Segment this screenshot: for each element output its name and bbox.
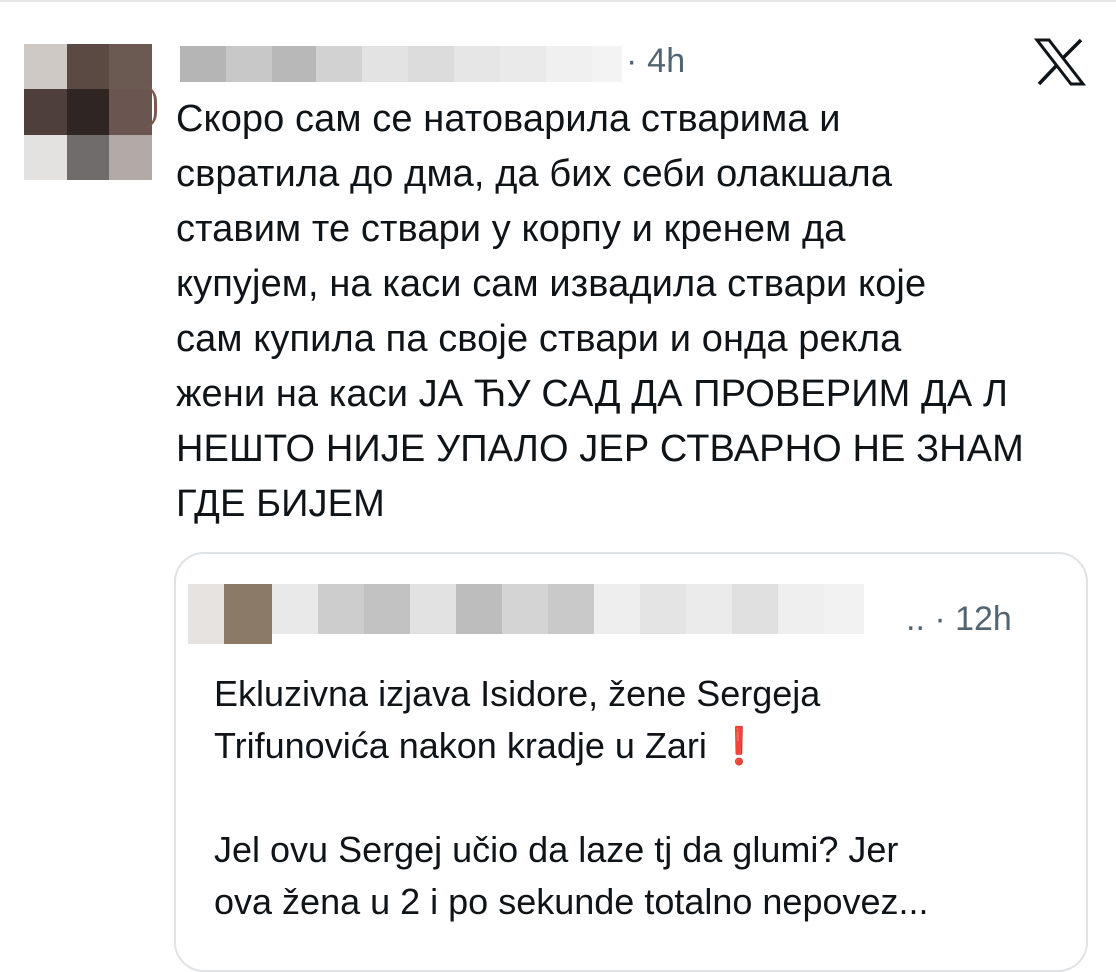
top-divider bbox=[0, 0, 1116, 2]
quoted-tweet-text: Ekluzivna izjava Isidore, žene Sergeja T… bbox=[214, 668, 1064, 928]
tweet-text: Скоро сам се натоварила стварима и сврат… bbox=[176, 98, 1024, 525]
quoted-text-part2: Jel ovu Sergej učio da laze tj da glumi?… bbox=[214, 829, 929, 922]
avatar-pixel bbox=[109, 44, 152, 90]
x-logo-icon[interactable] bbox=[1034, 38, 1086, 86]
avatar-pixel bbox=[66, 44, 110, 90]
avatar-pixel bbox=[66, 134, 110, 180]
avatar-pixel bbox=[24, 44, 67, 90]
avatar-pixel bbox=[24, 134, 67, 180]
exclamation-emoji-icon: ❗ bbox=[716, 725, 762, 766]
avatar-ring bbox=[140, 84, 157, 130]
avatar-pixel bbox=[24, 89, 67, 135]
quoted-tweet-card[interactable]: .. · 12h Ekluzivna izjava Isidore, žene … bbox=[174, 552, 1088, 972]
quoted-author-avatar[interactable] bbox=[188, 584, 272, 644]
avatar-pixel bbox=[66, 89, 110, 135]
avatar-pixel bbox=[109, 134, 152, 180]
quoted-tweet-timestamp[interactable]: .. · 12h bbox=[906, 600, 1012, 639]
author-avatar[interactable] bbox=[24, 44, 152, 180]
tweet-timestamp[interactable]: · 4h bbox=[626, 42, 685, 81]
quoted-author-name-blurred[interactable] bbox=[272, 584, 864, 634]
author-name-blurred[interactable] bbox=[180, 46, 622, 82]
